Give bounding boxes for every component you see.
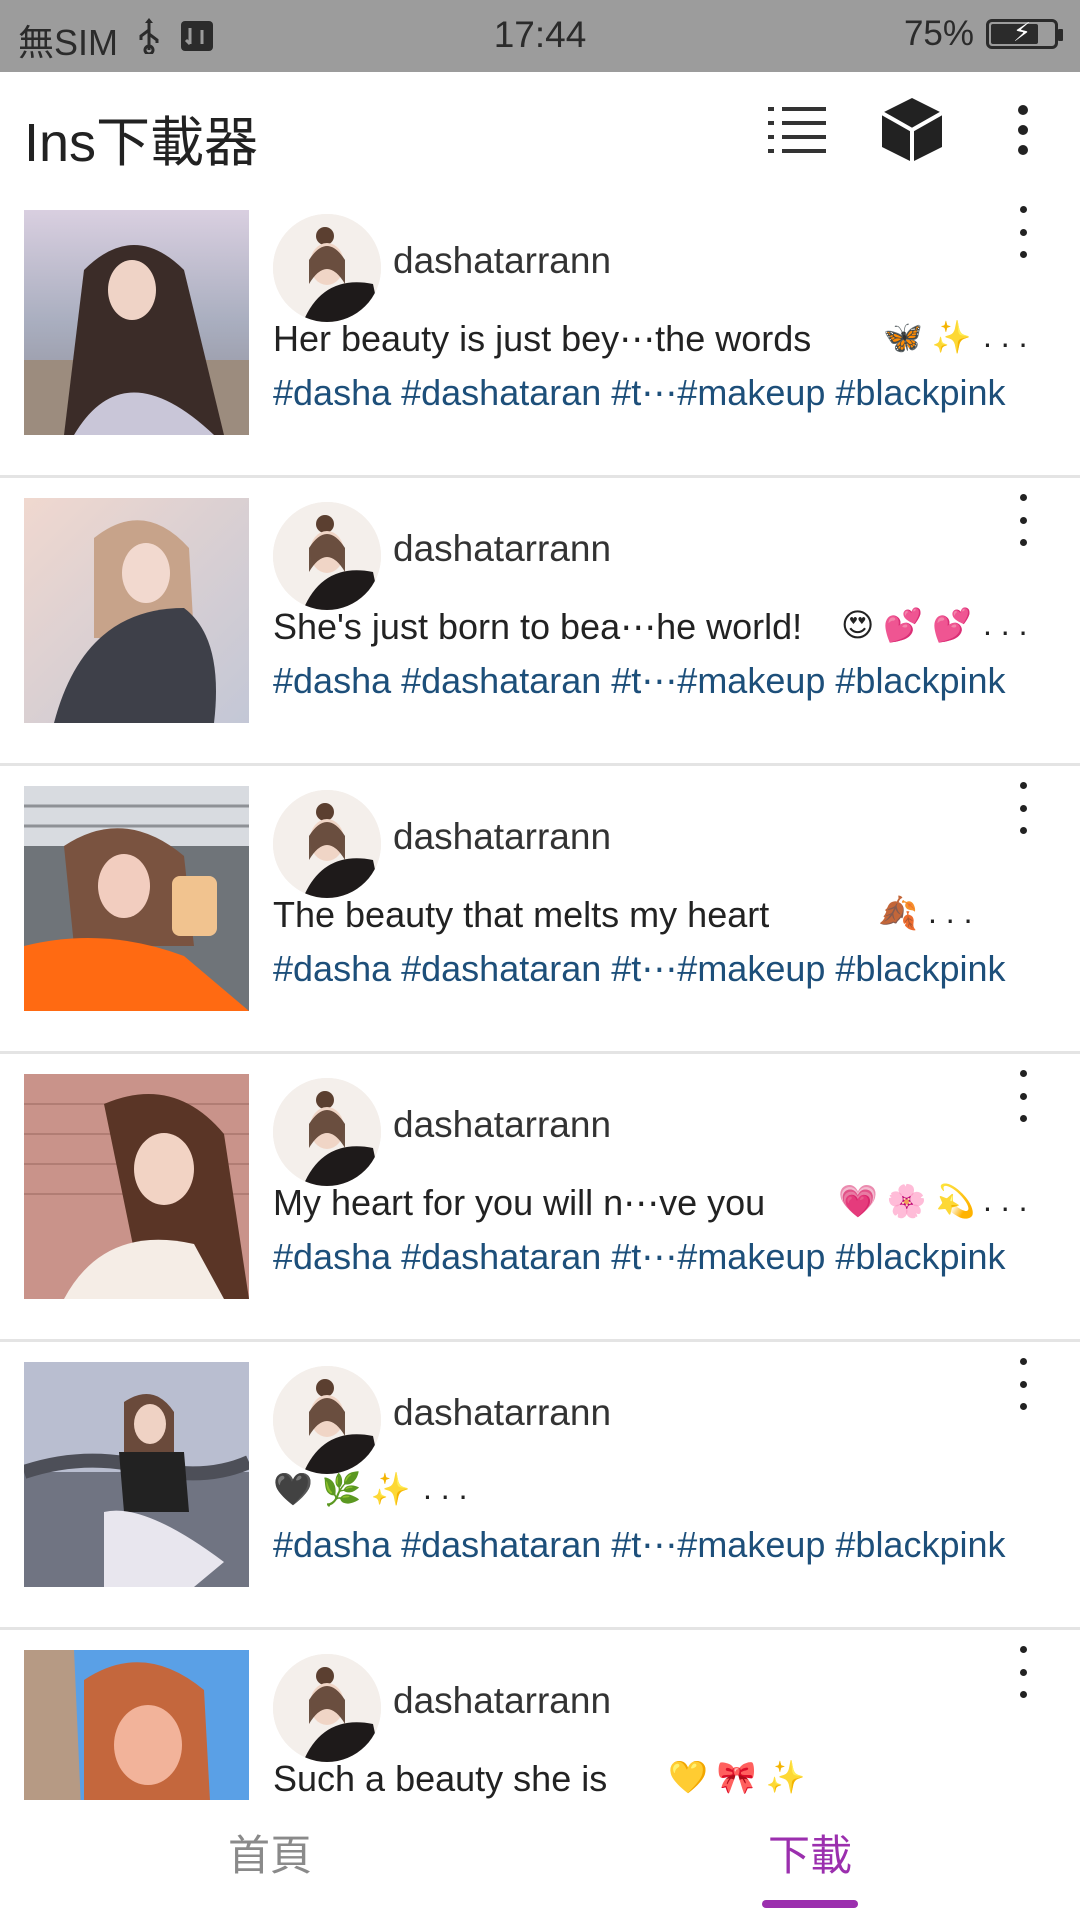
post-username[interactable]: dashatarrann [393, 1104, 611, 1146]
post-hashtags[interactable]: #dasha #dashataran #t⋯#makeup #blackpink [273, 372, 1073, 414]
caption-text: She's just born to bea⋯he world! [273, 606, 803, 647]
caption-text: My heart for you will n⋯ve you [273, 1182, 766, 1223]
post-thumbnail[interactable] [24, 498, 249, 723]
user-avatar[interactable] [273, 214, 381, 322]
caption-ellipsis: . . . [928, 894, 973, 930]
list-view-icon[interactable] [762, 94, 834, 166]
caption-emoji: 💛 🎀 ✨ [668, 1759, 806, 1795]
more-vert-icon[interactable] [990, 94, 1056, 166]
caption-ellipsis: . . . [983, 318, 1028, 354]
item-more-icon[interactable] [1008, 1066, 1038, 1126]
post-hashtags[interactable]: #dasha #dashataran #t⋯#makeup #blackpink [273, 948, 1073, 990]
post-thumbnail[interactable] [24, 1650, 249, 1800]
active-tab-indicator [762, 1900, 858, 1908]
caption-text: Such a beauty she is [273, 1758, 608, 1799]
list-item[interactable]: dashatarrann 🖤 🌿 ✨ . . . #dasha #dashata… [0, 1342, 1080, 1630]
user-avatar[interactable] [273, 502, 381, 610]
post-thumbnail[interactable] [24, 210, 249, 435]
post-hashtags[interactable]: #dasha #dashataran #t⋯#makeup #blackpink [273, 1236, 1073, 1278]
charging-icon: ⚡ [1012, 17, 1032, 47]
post-thumbnail[interactable] [24, 1362, 249, 1587]
post-thumbnail[interactable] [24, 1074, 249, 1299]
caption-emoji: 😍 💕 💕 [841, 607, 972, 643]
battery-percent: 75% [903, 14, 974, 53]
list-item[interactable]: dashatarrann Her beauty is just bey⋯the … [0, 190, 1080, 478]
caption-emoji: 💗 🌸 💫 [838, 1183, 976, 1219]
caption-ellipsis: . . . [983, 606, 1028, 642]
caption-emoji: 🍂 [878, 895, 918, 931]
caption-text: The beauty that melts my heart [273, 894, 770, 935]
post-caption: The beauty that melts my heart 🍂 . . . [273, 894, 1063, 944]
post-hashtags[interactable]: #dasha #dashataran #t⋯#makeup #blackpink [273, 1524, 1073, 1566]
list-item[interactable]: dashatarrann Such a beauty she is 💛 🎀 ✨ [0, 1630, 1080, 1800]
bottom-nav: 首頁 下載 [0, 1800, 1080, 1920]
list-item[interactable]: dashatarrann My heart for you will n⋯ve … [0, 1054, 1080, 1342]
post-hashtags[interactable]: #dasha #dashataran #t⋯#makeup #blackpink [273, 660, 1073, 702]
post-username[interactable]: dashatarrann [393, 528, 611, 570]
tab-home[interactable]: 首頁 [0, 1822, 540, 1883]
status-right: 75% ⚡ [903, 14, 1063, 54]
post-caption: Such a beauty she is 💛 🎀 ✨ [273, 1758, 1063, 1800]
user-avatar[interactable] [273, 790, 381, 898]
item-more-icon[interactable] [1008, 490, 1038, 550]
post-caption: Her beauty is just bey⋯the words 🦋 ✨ . .… [273, 318, 1063, 368]
user-avatar[interactable] [273, 1654, 381, 1762]
app-title: Ins下載器 [24, 113, 259, 173]
post-username[interactable]: dashatarrann [393, 240, 611, 282]
post-username[interactable]: dashatarrann [393, 1392, 611, 1434]
caption-emoji: 🖤 🌿 ✨ [273, 1471, 411, 1507]
post-caption: 🖤 🌿 ✨ . . . [273, 1470, 1063, 1520]
item-more-icon[interactable] [1008, 202, 1038, 262]
post-caption: My heart for you will n⋯ve you 💗 🌸 💫 . .… [273, 1182, 1063, 1232]
list-item[interactable]: dashatarrann She's just born to bea⋯he w… [0, 478, 1080, 766]
user-avatar[interactable] [273, 1078, 381, 1186]
caption-text: Her beauty is just bey⋯the words [273, 318, 812, 359]
item-more-icon[interactable] [1008, 1642, 1038, 1702]
post-username[interactable]: dashatarrann [393, 1680, 611, 1722]
battery-icon: ⚡ [986, 17, 1063, 49]
post-caption: She's just born to bea⋯he world! 😍 💕 💕 .… [273, 606, 1063, 656]
status-bar: 無SIM 17:44 75% ⚡ [0, 0, 1080, 72]
caption-ellipsis: . . . [423, 1470, 468, 1506]
post-thumbnail[interactable] [24, 786, 249, 1011]
tab-downloads[interactable]: 下載 [540, 1822, 1080, 1883]
user-avatar[interactable] [273, 1366, 381, 1474]
cube-icon[interactable] [876, 94, 948, 166]
caption-ellipsis: . . . [983, 1182, 1028, 1218]
item-more-icon[interactable] [1008, 1354, 1038, 1414]
list-item[interactable]: dashatarrann The beauty that melts my he… [0, 766, 1080, 1054]
app-bar: Ins下載器 [0, 72, 1080, 190]
caption-emoji: 🦋 ✨ [883, 319, 972, 355]
download-list[interactable]: dashatarrann Her beauty is just bey⋯the … [0, 190, 1080, 1800]
post-username[interactable]: dashatarrann [393, 816, 611, 858]
item-more-icon[interactable] [1008, 778, 1038, 838]
